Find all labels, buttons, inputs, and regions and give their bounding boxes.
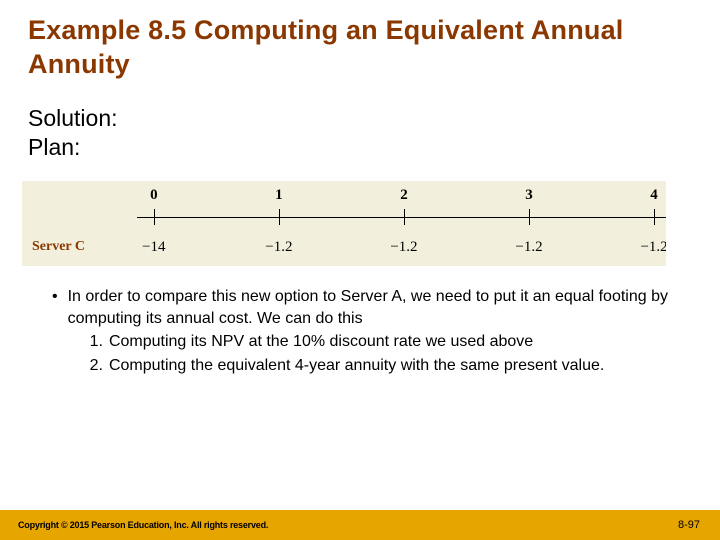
plan-label: Plan: (28, 133, 690, 163)
timeline-right-margin (666, 181, 698, 266)
footer-bar: Copyright © 2015 Pearson Education, Inc.… (0, 510, 720, 540)
slide-title: Example 8.5 Computing an Equivalent Annu… (0, 0, 720, 82)
body-text: • In order to compare this new option to… (0, 266, 720, 376)
timeline-tick (529, 209, 530, 225)
slide: Example 8.5 Computing an Equivalent Annu… (0, 0, 720, 540)
timeline-tick (279, 209, 280, 225)
timeline-tick (404, 209, 405, 225)
timeline-period-label: 1 (275, 187, 283, 204)
timeline-value-label: −1.2 (390, 239, 417, 256)
timeline-figure: Server C 0 −14 1 −1.2 2 −1.2 3 −1.2 4 −1.2 (22, 181, 698, 266)
timeline-value-label: −14 (142, 239, 165, 256)
solution-label: Solution: (28, 104, 690, 134)
ordered-number: 1. (90, 331, 103, 353)
subheadings: Solution: Plan: (0, 82, 720, 164)
copyright-text: Copyright © 2015 Pearson Education, Inc.… (18, 520, 268, 530)
timeline-value-label: −1.2 (265, 239, 292, 256)
ordered-number: 2. (90, 355, 103, 377)
ordered-text: Computing its NPV at the 10% discount ra… (109, 331, 533, 353)
timeline-period-label: 0 (150, 187, 158, 204)
ordered-list: 1. Computing its NPV at the 10% discount … (68, 331, 682, 376)
timeline-period-label: 3 (525, 187, 533, 204)
ordered-item: 1. Computing its NPV at the 10% discount … (90, 331, 682, 353)
ordered-text: Computing the equivalent 4-year annuity … (109, 355, 604, 377)
timeline-period-label: 2 (400, 187, 408, 204)
page-number: 8-97 (678, 519, 700, 531)
timeline-row-label: Server C (32, 239, 85, 255)
timeline-axis (137, 217, 668, 218)
bullet-item: • In order to compare this new option to… (52, 286, 682, 376)
timeline-inner: Server C 0 −14 1 −1.2 2 −1.2 3 −1.2 4 −1.2 (22, 181, 698, 266)
timeline-tick (154, 209, 155, 225)
timeline-value-label: −1.2 (515, 239, 542, 256)
bullet-text: In order to compare this new option to S… (68, 288, 668, 327)
timeline-period-label: 4 (650, 187, 658, 204)
timeline-tick (654, 209, 655, 225)
bullet-icon: • (52, 286, 58, 376)
ordered-item: 2. Computing the equivalent 4-year annuit… (90, 355, 682, 377)
timeline-value-label: −1.2 (640, 239, 667, 256)
bullet-content: In order to compare this new option to S… (68, 286, 682, 376)
